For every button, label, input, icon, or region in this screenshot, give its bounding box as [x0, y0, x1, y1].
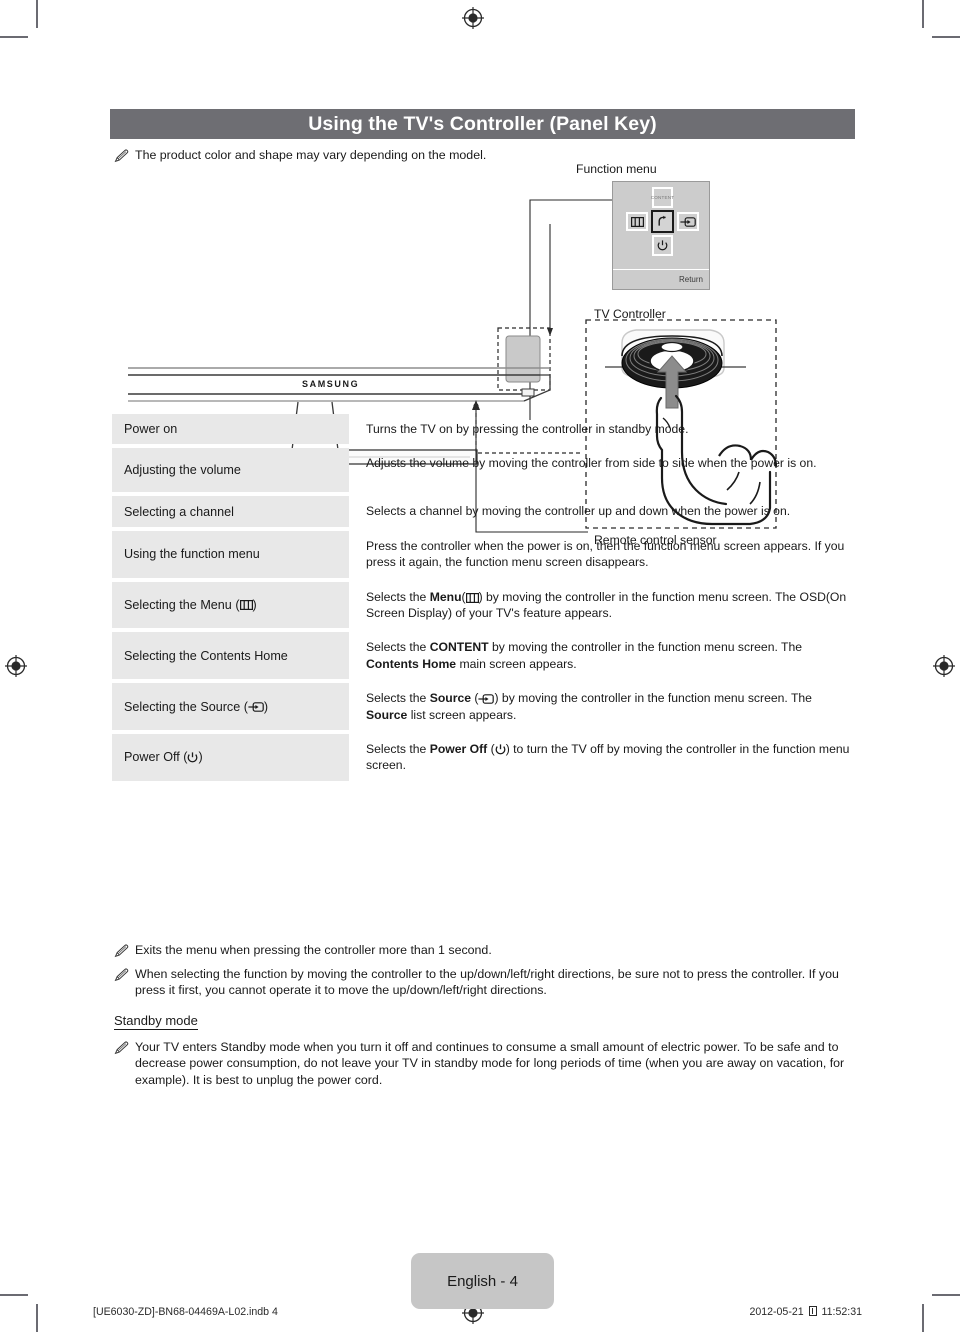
function-key-source[interactable] [677, 212, 699, 231]
crop-mark-top-left-v [36, 0, 38, 28]
table-row: Power Off () Selects the Power Off () to … [112, 734, 855, 781]
registration-mark-left [5, 655, 27, 677]
manual-page: Using the TV's Controller (Panel Key) Th… [93, 0, 862, 1332]
menu-icon [465, 592, 479, 603]
table-row: Selecting the Menu () Selects the Menu() … [112, 581, 855, 629]
function-key-content[interactable]: CONTENT [650, 187, 675, 208]
pencil-note-icon [114, 968, 129, 982]
table-row-description: Selects the Power Off () to turn the TV … [366, 742, 850, 773]
standby-note-item: Your TV enters Standby mode when you tur… [114, 1039, 854, 1089]
note-text: When selecting the function by moving th… [135, 966, 839, 998]
standby-mode-heading: Standby mode [114, 1012, 198, 1030]
table-row: Selecting the Contents Home Selects the C… [112, 632, 855, 680]
table-row-description: Selects the Source () by moving the cont… [366, 691, 812, 722]
crop-mark-top-right-v [922, 0, 924, 28]
table-row-description: Press the controller when the power is o… [366, 538, 845, 570]
table-row-description: Adjusts the volume by moving the control… [366, 456, 817, 471]
table-row: Using the function menu Press the control… [112, 530, 855, 578]
crop-mark-bottom-left-h [0, 1294, 28, 1296]
page-title: Using the TV's Controller (Panel Key) [110, 109, 855, 139]
table-row-label: Adjusting the volume [112, 448, 349, 493]
table-row-label: Selecting a channel [112, 496, 349, 527]
function-key-power[interactable] [652, 235, 673, 256]
content-key-label: CONTENT [650, 195, 675, 200]
source-icon [478, 694, 495, 705]
note-item: When selecting the function by moving th… [114, 966, 854, 999]
table-row-label: Selecting the Source () [112, 683, 349, 731]
table-row-label: Selecting the Menu () [112, 581, 349, 629]
function-table: Power on Turns the TV on by pressing the … [112, 414, 855, 785]
crop-mark-bottom-right-h [932, 1294, 960, 1296]
return-arrow-icon [656, 215, 669, 228]
menu-icon [239, 600, 253, 611]
source-icon [680, 216, 696, 227]
standby-note-text: Your TV enters Standby mode when you tur… [135, 1039, 845, 1087]
table-row-description: Selects the CONTENT by moving the contro… [366, 640, 803, 671]
tv-controller-label: TV Controller [594, 307, 666, 321]
crop-mark-bottom-left-v [36, 1304, 38, 1332]
table-row-description: Selects a channel by moving the controll… [366, 504, 791, 519]
table-row: Adjusting the volume Adjusts the volume b… [112, 448, 855, 493]
table-row: Power on Turns the TV on by pressing the … [112, 414, 855, 445]
pencil-note-icon [114, 944, 129, 958]
power-icon [657, 240, 668, 251]
footer-timestamp: 2012-05-21 11:52:31 [749, 1306, 862, 1318]
menu-icon [630, 216, 644, 227]
footer-date: 2012-05-21 [749, 1306, 804, 1318]
function-key-menu[interactable] [626, 212, 648, 231]
table-row: Selecting a channel Selects a channel by … [112, 496, 855, 527]
table-row-description: Selects the Menu() by moving the control… [366, 589, 847, 621]
note-text: Exits the menu when pressing the control… [135, 943, 492, 957]
crop-mark-top-right-h [932, 36, 960, 38]
crop-mark-top-left-h [0, 36, 28, 38]
function-menu-return-label: Return [613, 269, 709, 289]
note-item: Exits the menu when pressing the control… [114, 942, 854, 959]
table-row-label: Power Off () [112, 734, 349, 781]
registration-mark-right [933, 655, 955, 677]
function-menu-panel: CONTENT Return [612, 181, 710, 290]
footer-file-reference: [UE6030-ZD]-BN68-04469A-L02.indb 4 [93, 1306, 278, 1318]
function-key-return[interactable] [651, 210, 674, 233]
notes-section: Exits the menu when pressing the control… [114, 942, 854, 1095]
power-icon [495, 744, 506, 755]
pencil-note-icon [114, 1041, 129, 1055]
page-number-badge: English - 4 [411, 1253, 554, 1309]
missing-glyph-icon [808, 1306, 817, 1316]
table-row-label: Selecting the Contents Home [112, 632, 349, 680]
function-menu-label: Function menu [576, 162, 657, 176]
source-icon [248, 701, 264, 712]
crop-mark-bottom-right-v [922, 1304, 924, 1332]
footer-time: 11:52:31 [821, 1306, 862, 1318]
power-icon [187, 752, 198, 763]
svg-text:SAMSUNG: SAMSUNG [302, 379, 359, 389]
table-row: Selecting the Source () Selects the Sourc… [112, 683, 855, 731]
table-row-label: Using the function menu [112, 530, 349, 578]
table-row-label: Power on [112, 414, 349, 445]
table-row-description: Turns the TV on by pressing the controll… [366, 422, 689, 436]
